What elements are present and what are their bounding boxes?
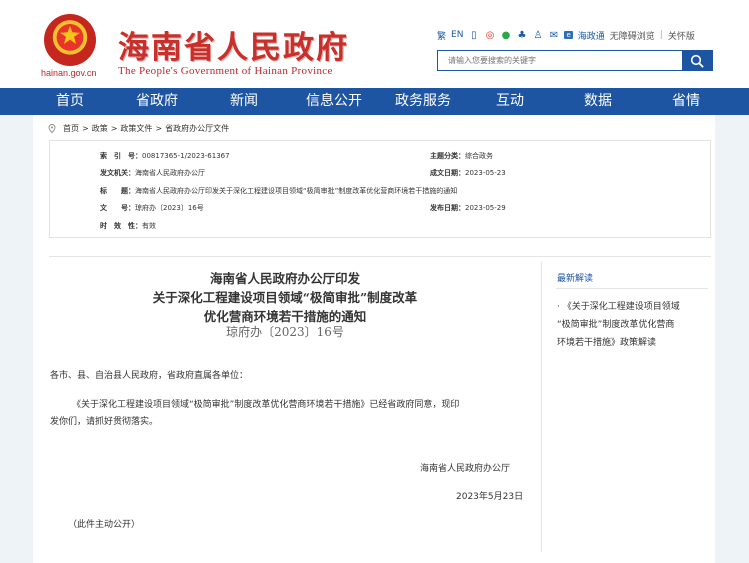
nav-item-news[interactable]: 新闻 (209, 88, 279, 115)
breadcrumb-home[interactable]: 首页 (63, 123, 79, 134)
national-emblem-logo[interactable] (44, 14, 96, 66)
meta-docno: 文 号：琼府办〔2023〕16号 (100, 204, 204, 212)
document-note: （此件主动公开） (68, 520, 141, 530)
weibo-icon[interactable]: ◎ (484, 30, 495, 41)
app-icon[interactable]: ♣ (516, 30, 527, 41)
breadcrumb-separator: > (110, 124, 118, 133)
english-link[interactable]: EN (451, 30, 463, 40)
toolbar-divider: | (659, 30, 663, 40)
section-divider (49, 256, 711, 257)
document-date: 2023年5月23日 (456, 492, 524, 502)
meta-title: 标 题：海南省人民政府办公厅印发关于深化工程建设项目领域“极简审批”制度改革优化… (100, 187, 458, 195)
document-title-line1: 海南省人民政府办公厅印发 (209, 271, 360, 286)
hnt-link[interactable]: 海政通 (578, 29, 605, 42)
breadcrumb-policy-docs[interactable]: 政策文件 (120, 123, 152, 134)
traditional-chinese-link[interactable]: 繁 (437, 29, 446, 42)
document-salutation: 各市、县、自治县人民政府，省政府直属各单位： (50, 371, 249, 381)
document-number: 琼府办〔2023〕16号 (226, 325, 344, 339)
meta-published: 发布日期：2023-05-29 (430, 204, 506, 212)
search-box (437, 50, 713, 71)
nav-item-services[interactable]: 政务服务 (385, 88, 461, 115)
nav-item-government[interactable]: 省政府 (122, 88, 192, 115)
mobile-icon[interactable]: ▯ (468, 30, 479, 41)
breadcrumb-separator: > (155, 124, 163, 133)
search-input[interactable] (438, 51, 682, 70)
breadcrumb-policy[interactable]: 政策 (92, 123, 108, 134)
care-mode-link[interactable]: 关怀版 (668, 29, 695, 42)
breadcrumb-separator: > (82, 124, 89, 133)
location-pin-icon (48, 124, 56, 133)
document-paragraph-line2: 发你们，请抓好贯彻落实。 (50, 417, 159, 427)
document-metadata-table: 索 引 号：00817365-1/2023-61367 主题分类：综合政务 发文… (49, 140, 711, 238)
site-subtitle: The People's Government of Hainan Provin… (118, 65, 333, 77)
nav-item-interaction[interactable]: 互动 (475, 88, 545, 115)
user-icon[interactable]: ♙ (532, 30, 543, 41)
meta-category: 主题分类：综合政务 (430, 152, 493, 160)
header-toolbar: 繁 EN ▯ ◎ ● ♣ ♙ ✉ e 海政通 无障碍浏览 | 关怀版 (437, 28, 695, 42)
sidebar-divider (541, 262, 542, 552)
meta-index: 索 引 号：00817365-1/2023-61367 (100, 152, 230, 160)
breadcrumb: 首页 > 政策 > 政策文件 > 省政府办公厅文件 (48, 123, 229, 134)
search-icon (690, 54, 704, 68)
document-paragraph-line1: 《关于深化工程建设项目领域“极简审批”制度改革优化营商环境若干措施》已经省政府同… (72, 400, 460, 410)
mail-icon[interactable]: ✉ (548, 30, 559, 41)
meta-validity: 时 效 性：有效 (100, 222, 156, 230)
site-title[interactable]: 海南省人民政府 (118, 22, 349, 67)
main-nav: 首页 省政府 新闻 信息公开 政务服务 互动 数据 省情 (0, 88, 749, 115)
sidebar-interpretation-link[interactable]: · 《关于深化工程建设项目领域 “极简审批”制度改革优化营商 环境若干措施》政策… (557, 298, 709, 352)
hnt-logo-icon[interactable]: e (564, 31, 573, 39)
document-signature: 海南省人民政府办公厅 (420, 464, 511, 474)
nav-item-home[interactable]: 首页 (0, 88, 140, 115)
nav-item-province[interactable]: 省情 (651, 88, 721, 115)
accessibility-link[interactable]: 无障碍浏览 (610, 29, 655, 42)
sidebar-heading: 最新解读 (557, 274, 594, 284)
wechat-icon[interactable]: ● (500, 30, 511, 41)
nav-item-info-disclosure[interactable]: 信息公开 (296, 88, 372, 115)
site-header: hainan.gov.cn 海南省人民政府 The People's Gover… (0, 0, 749, 88)
meta-issuer: 发文机关：海南省人民政府办公厅 (100, 169, 205, 177)
sidebar-heading-rule (556, 288, 708, 289)
nav-item-data[interactable]: 数据 (563, 88, 633, 115)
document-title-line2: 关于深化工程建设项目领域“极简审批”制度改革 (152, 290, 418, 305)
meta-created: 成文日期：2023-05-23 (430, 169, 506, 177)
site-domain: hainan.gov.cn (41, 68, 97, 78)
search-button[interactable] (682, 51, 712, 70)
breadcrumb-office-docs[interactable]: 省政府办公厅文件 (165, 123, 229, 134)
